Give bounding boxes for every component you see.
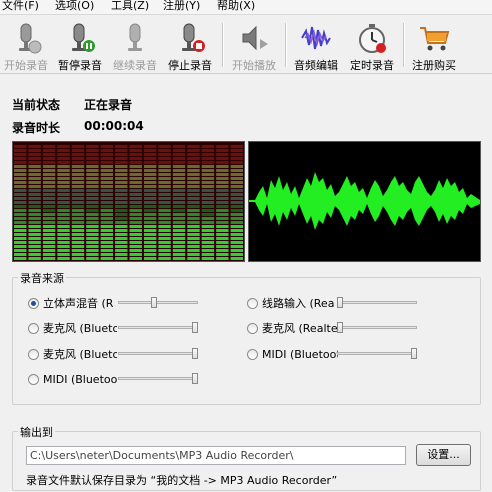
shopping-cart-icon (420, 27, 450, 51)
level-meter-column (100, 145, 114, 260)
source-volume-slider[interactable] (337, 297, 417, 309)
level-meter-column (187, 145, 200, 260)
level-meter-column (129, 145, 142, 260)
status-label: 当前状态 (12, 98, 61, 112)
level-meter-bars (14, 145, 243, 260)
source-volume-slider[interactable] (337, 322, 417, 334)
register-buy-label: 注册购买 (412, 59, 456, 72)
source-radio[interactable] (28, 374, 39, 385)
source-label: 麦克风 (Blueto (43, 348, 117, 361)
pause-record-label: 暂停录音 (58, 59, 102, 72)
status-value: 正在录音 (84, 98, 133, 112)
source-volume-slider[interactable] (118, 297, 198, 309)
level-meter-column (14, 145, 27, 260)
waveform-edit-icon (301, 26, 331, 50)
source-option[interactable]: 立体声混音 (R (28, 296, 128, 312)
menu-tools[interactable]: 工具(Z) (111, 0, 149, 13)
source-label: MIDI (Bluetoot (262, 348, 338, 361)
speaker-play-icon (242, 25, 268, 51)
source-label: 立体声混音 (R (43, 297, 114, 310)
timer-clock-icon (359, 24, 386, 53)
menu-options[interactable]: 选项(O) (55, 0, 94, 13)
source-volume-slider[interactable] (337, 348, 417, 360)
resume-record-label: 继续录音 (113, 59, 157, 72)
source-option[interactable]: 麦克风 (Blueto (28, 347, 128, 363)
output-note: 录音文件默认保存目录为 “我的文档 -> MP3 Audio Recorder” (26, 474, 338, 487)
toolbar: 开始录音 暂停录音 继续录音 停止录音 开始播放 音频编辑 定时录音 注册购买 (0, 15, 492, 74)
level-meter-column (115, 145, 128, 260)
microphone-pause-icon (72, 23, 95, 52)
menu-register[interactable]: 注册(Y) (163, 0, 200, 13)
start-record-button[interactable]: 开始录音 (0, 19, 52, 73)
source-label: 线路输入 (Rea (262, 297, 335, 310)
menu-bar: 文件(F) 选项(O) 工具(Z) 注册(Y) 帮助(X) (0, 0, 492, 15)
level-meter-column (57, 145, 70, 260)
output-path-field[interactable]: C:\Users\neter\Documents\MP3 Audio Recor… (26, 446, 406, 465)
source-volume-slider[interactable] (118, 373, 198, 385)
microphone-stop-icon (182, 23, 205, 52)
source-option[interactable]: MIDI (Bluetoot (247, 347, 347, 363)
output-title: 输出到 (18, 424, 55, 440)
audio-edit-label: 音频编辑 (294, 59, 338, 72)
waveform-display (248, 141, 481, 262)
microphone-resume-icon (128, 23, 142, 51)
level-meter-column (230, 145, 243, 260)
settings-button[interactable]: 设置... (416, 444, 471, 466)
source-option[interactable]: 麦克风 (Blueto (28, 321, 128, 337)
source-radio[interactable] (28, 298, 39, 309)
stop-record-label: 停止录音 (168, 59, 212, 72)
level-meter-column (216, 145, 229, 260)
timer-record-button[interactable]: 定时录音 (344, 19, 400, 73)
stop-record-button[interactable]: 停止录音 (162, 19, 218, 73)
level-meter-column (172, 145, 186, 260)
resume-record-button[interactable]: 继续录音 (108, 19, 162, 73)
source-label: 麦克风 (Blueto (43, 322, 117, 335)
level-meter (12, 141, 245, 262)
pause-record-button[interactable]: 暂停录音 (52, 19, 108, 73)
start-play-label: 开始播放 (232, 59, 276, 72)
toolbar-separator (222, 23, 224, 67)
level-meter-column (86, 145, 99, 260)
level-meter-column (201, 145, 215, 260)
start-play-button[interactable]: 开始播放 (226, 19, 282, 73)
toolbar-separator (403, 23, 405, 67)
source-option[interactable]: 线路输入 (Rea (247, 296, 347, 312)
recording-source-title: 录音来源 (18, 270, 66, 286)
level-meter-column (158, 145, 171, 260)
source-radio[interactable] (247, 349, 258, 360)
duration-value: 00:00:04 (84, 119, 144, 133)
source-label: MIDI (Bluetoot (43, 373, 117, 386)
source-volume-slider[interactable] (118, 322, 198, 334)
level-meter-column (71, 145, 85, 260)
source-radio[interactable] (247, 298, 258, 309)
audio-edit-button[interactable]: 音频编辑 (288, 19, 344, 73)
register-buy-button[interactable]: 注册购买 (406, 19, 462, 73)
toolbar-separator (285, 23, 287, 67)
source-label: 麦克风 (Realte (262, 322, 338, 335)
duration-label: 录音时长 (12, 121, 61, 135)
source-radio[interactable] (247, 323, 258, 334)
menu-help[interactable]: 帮助(X) (217, 0, 255, 13)
source-volume-slider[interactable] (118, 348, 198, 360)
microphone-start-icon (19, 23, 42, 54)
source-radio[interactable] (28, 323, 39, 334)
source-option[interactable]: 麦克风 (Realte (247, 321, 347, 337)
menu-file[interactable]: 文件(F) (2, 0, 39, 13)
start-record-label: 开始录音 (4, 59, 48, 72)
source-radio[interactable] (28, 349, 39, 360)
source-option[interactable]: MIDI (Bluetoot (28, 372, 128, 388)
level-meter-column (143, 145, 157, 260)
level-meter-column (28, 145, 41, 260)
timer-record-label: 定时录音 (350, 59, 394, 72)
level-meter-column (42, 145, 56, 260)
waveform-graphic (249, 172, 480, 230)
